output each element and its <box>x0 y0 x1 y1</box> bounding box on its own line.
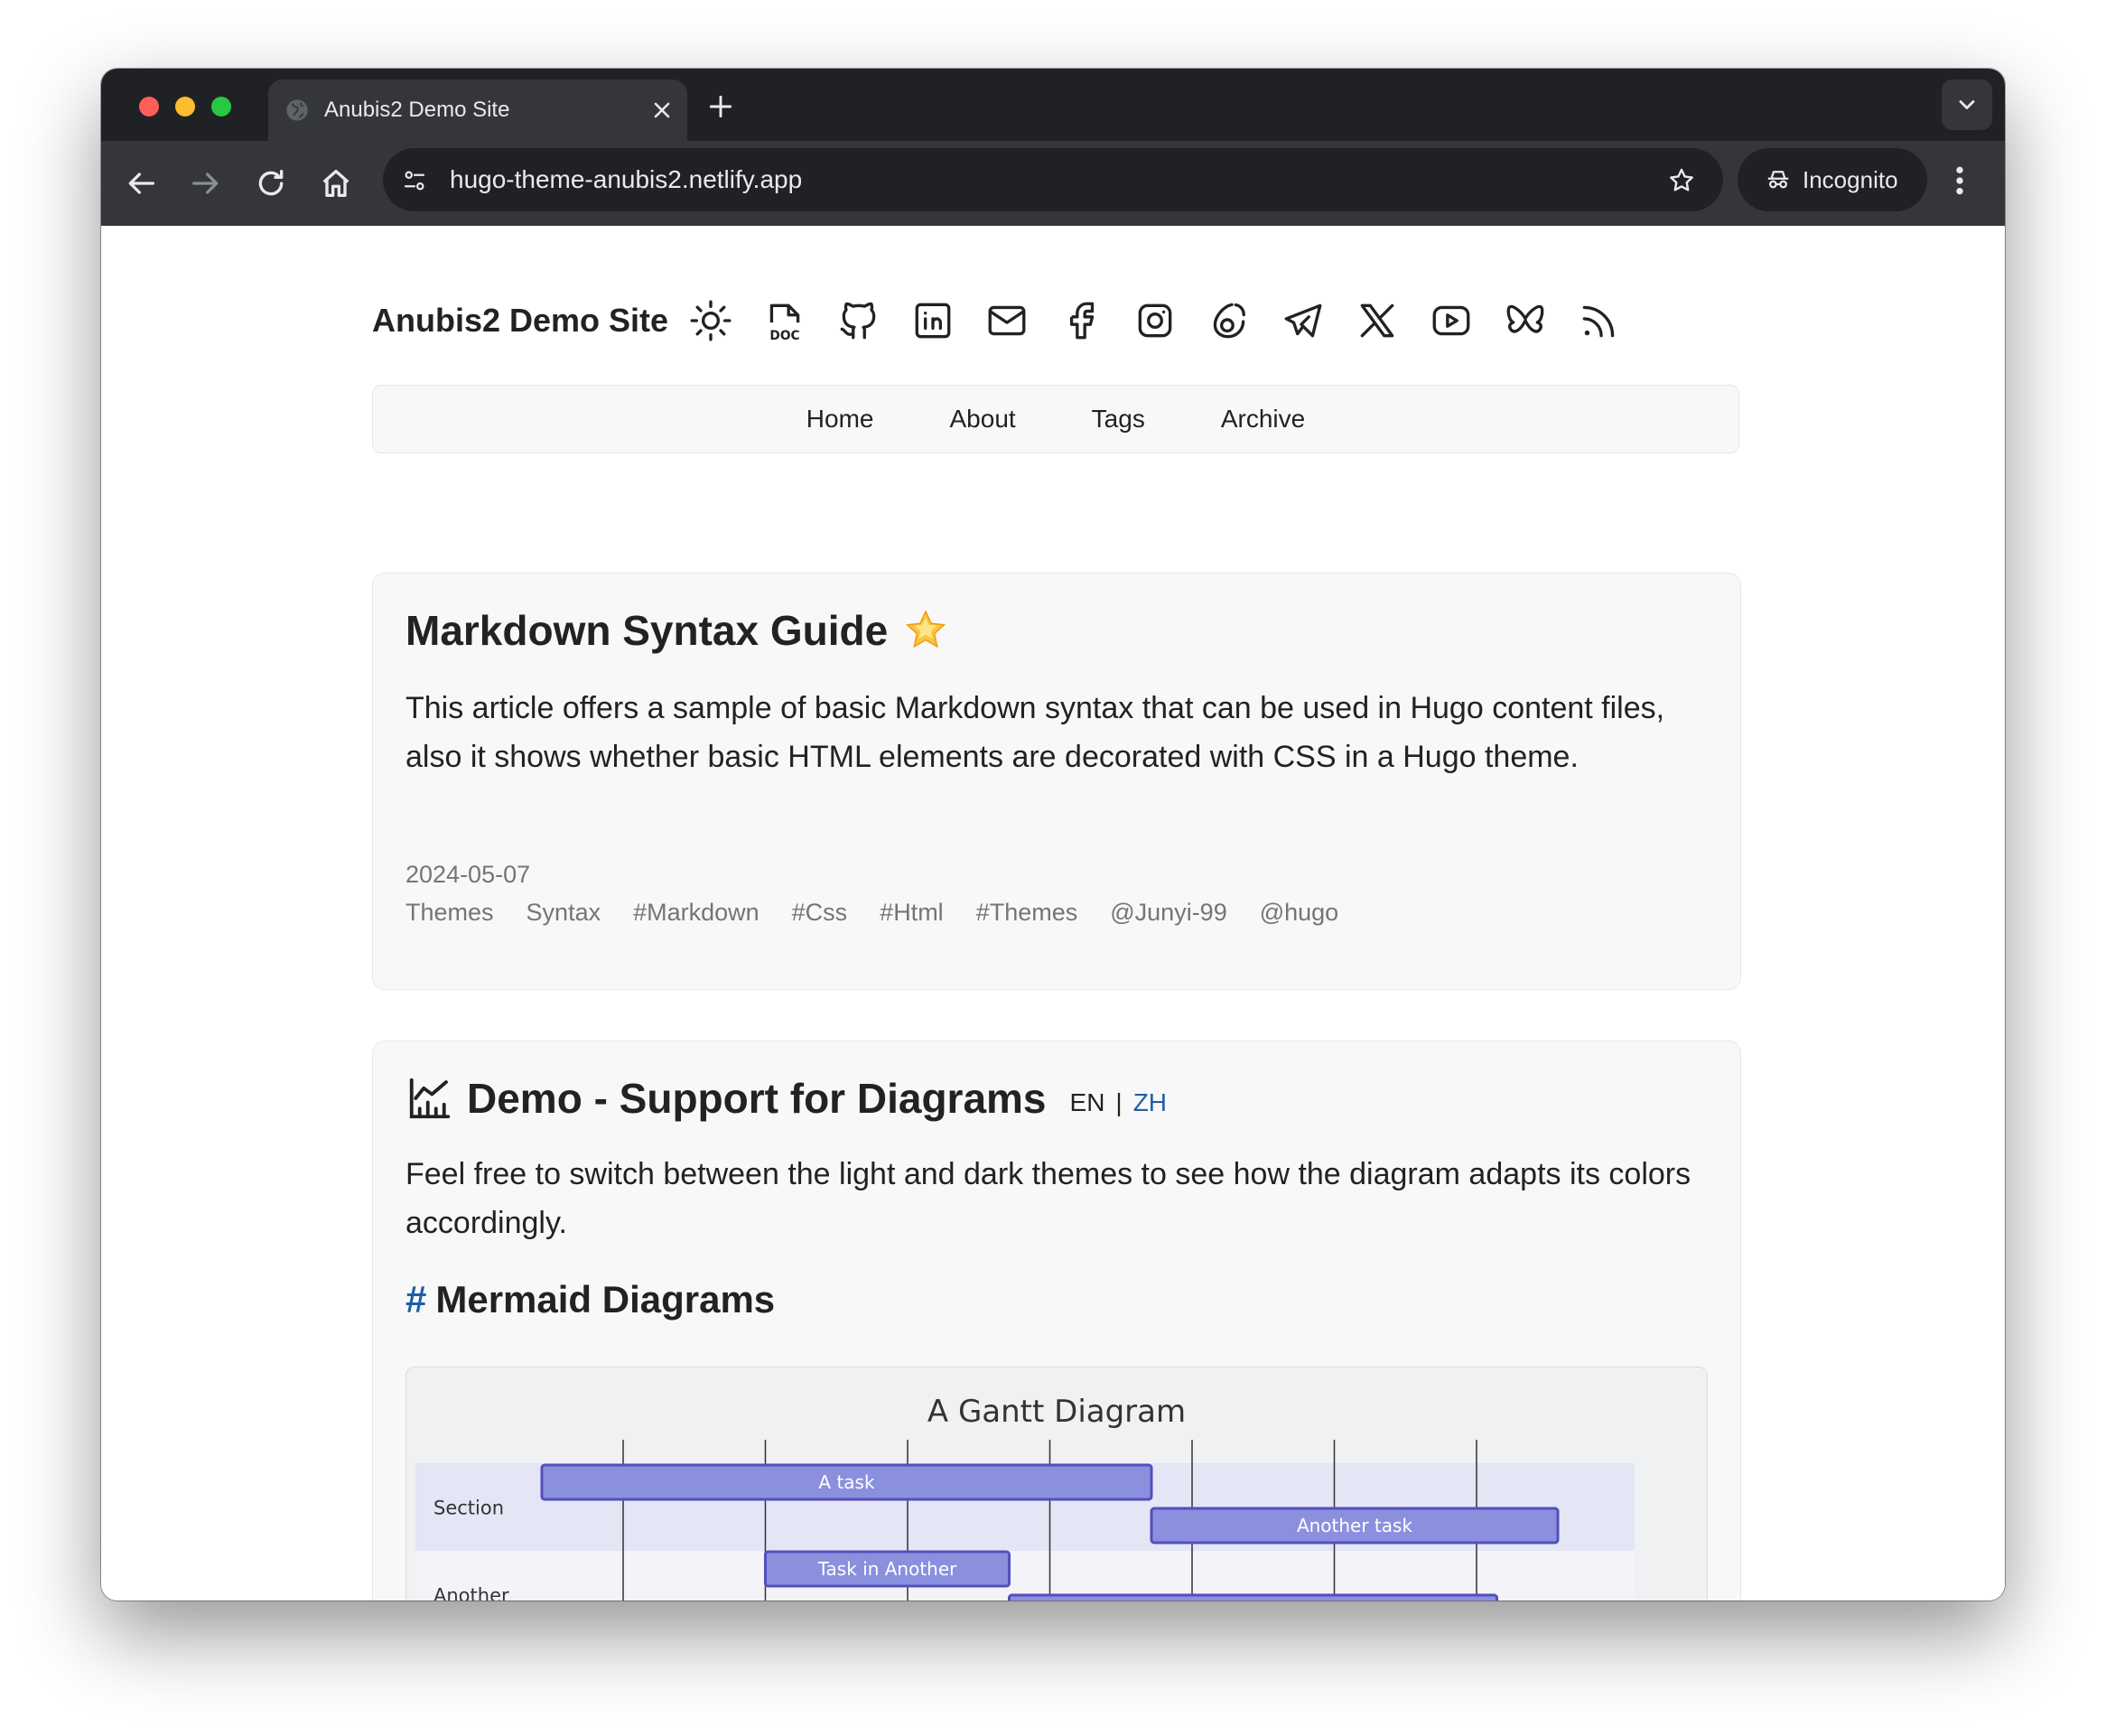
theme-toggle-sun-icon[interactable] <box>688 298 733 343</box>
post-card: Demo - Support for Diagrams EN | ZH Feel f… <box>372 1041 1741 1601</box>
x-icon[interactable] <box>1355 298 1400 343</box>
heading-anchor[interactable]: # <box>405 1278 426 1321</box>
post-tags: Themes Syntax #Markdown #Css #Html #Them… <box>405 899 1371 927</box>
tab-bar: Anubis2 Demo Site <box>101 69 2005 141</box>
lang-zh-link[interactable]: ZH <box>1133 1088 1167 1116</box>
browser-window: Anubis2 Demo Site hugo-theme-anubis2.net… <box>101 69 2005 1601</box>
more-options-icon[interactable] <box>1951 163 1969 199</box>
post-title-link[interactable]: Markdown Syntax Guide <box>405 606 888 655</box>
author-link[interactable]: @hugo <box>1260 899 1338 927</box>
gantt-diagram: Section Another A Gantt Diagram 2014-01-05 2… <box>405 1367 1708 1601</box>
post-summary: Feel free to switch between the light an… <box>405 1157 1691 1240</box>
gantt-chart: SectionAnotherA Gantt Diagram2014-01-05 2… <box>415 1394 1635 1601</box>
post-date: 2024-05-07 <box>405 861 531 888</box>
youtube-icon[interactable] <box>1429 298 1474 343</box>
tab-title: Anubis2 Demo Site <box>324 98 510 122</box>
post-card: Markdown Syntax Guide This article offer… <box>372 573 1741 990</box>
facebook-icon[interactable] <box>1058 298 1104 343</box>
url-text: hugo-theme-anubis2.netlify.app <box>450 165 803 193</box>
bluesky-icon[interactable] <box>1503 298 1548 343</box>
post-title: Demo - Support for Diagrams EN | ZH <box>405 1074 1167 1123</box>
social-links: DOC <box>688 298 1651 343</box>
site-info-icon[interactable] <box>401 167 428 194</box>
chart-icon <box>409 1078 451 1119</box>
star-emoji-icon <box>906 610 946 649</box>
section-heading: # Mermaid Diagrams <box>405 1278 775 1321</box>
minimize-window-button[interactable] <box>175 97 195 117</box>
chart-title: A Gantt Diagram <box>927 1394 1186 1430</box>
post-title-link[interactable]: Demo - Support for Diagrams <box>467 1074 1047 1123</box>
browser-tab[interactable]: Anubis2 Demo Site <box>268 79 687 141</box>
incognito-icon <box>1767 171 1789 189</box>
bookmark-star-icon[interactable] <box>1667 166 1696 195</box>
tab-search-button[interactable] <box>1942 79 1992 130</box>
tag-link[interactable]: #Css <box>792 899 848 927</box>
new-tab-icon[interactable] <box>706 92 735 121</box>
maximize-window-button[interactable] <box>211 97 231 117</box>
reload-icon[interactable] <box>253 165 289 201</box>
section-band <box>415 1551 1635 1601</box>
incognito-badge[interactable]: Incognito <box>1738 148 1927 211</box>
weibo-icon[interactable] <box>1207 298 1252 343</box>
instagram-icon[interactable] <box>1132 298 1178 343</box>
post-title: Markdown Syntax Guide <box>405 606 947 655</box>
chevron-down-icon <box>1959 100 1975 109</box>
address-bar[interactable]: hugo-theme-anubis2.netlify.app <box>383 148 1723 211</box>
tag-link[interactable]: Syntax <box>526 899 601 927</box>
mail-icon[interactable] <box>984 298 1030 343</box>
lang-separator: | <box>1115 1088 1123 1116</box>
nav-tags[interactable]: Tags <box>1092 405 1145 434</box>
close-window-button[interactable] <box>139 97 159 117</box>
close-tab-icon[interactable] <box>649 98 675 123</box>
task-bar <box>1008 1593 1498 1601</box>
language-switcher: EN | ZH <box>1070 1088 1168 1117</box>
doc-icon[interactable]: DOC <box>762 298 807 343</box>
back-arrow-icon[interactable] <box>123 165 159 201</box>
linkedin-icon[interactable] <box>910 298 955 343</box>
tag-link[interactable]: #Html <box>880 899 944 927</box>
nav-home[interactable]: Home <box>806 405 874 434</box>
author-link[interactable]: @Junyi-99 <box>1110 899 1226 927</box>
post-summary: This article offers a sample of basic Ma… <box>405 691 1665 774</box>
section-label: Section <box>433 1498 504 1519</box>
rss-icon[interactable] <box>1577 298 1622 343</box>
incognito-label: Incognito <box>1803 166 1898 193</box>
lang-en: EN <box>1069 1088 1105 1116</box>
task-label: Another task <box>1297 1515 1413 1536</box>
site-header: Anubis2 Demo Site DOC <box>372 289 1651 352</box>
page-viewport: Anubis2 Demo Site DOC Home About Tags Ar… <box>101 226 2005 1601</box>
forward-arrow-icon[interactable] <box>188 165 224 201</box>
telegram-icon[interactable] <box>1281 298 1326 343</box>
svg-text:DOC: DOC <box>769 329 799 343</box>
tag-link[interactable]: #Themes <box>976 899 1078 927</box>
main-nav: Home About Tags Archive <box>372 385 1739 453</box>
globe-icon <box>286 99 308 121</box>
section-label: Another <box>433 1585 509 1601</box>
nav-about[interactable]: About <box>950 405 1016 434</box>
github-icon[interactable] <box>836 298 881 343</box>
tag-link[interactable]: Themes <box>405 899 494 927</box>
task-label: A task <box>818 1471 875 1493</box>
site-title[interactable]: Anubis2 Demo Site <box>372 302 668 340</box>
task-label: Task in Another <box>817 1558 958 1580</box>
home-icon[interactable] <box>318 165 354 201</box>
tag-link[interactable]: #Markdown <box>633 899 759 927</box>
heading-text: Mermaid Diagrams <box>435 1278 776 1321</box>
nav-archive[interactable]: Archive <box>1221 405 1305 434</box>
